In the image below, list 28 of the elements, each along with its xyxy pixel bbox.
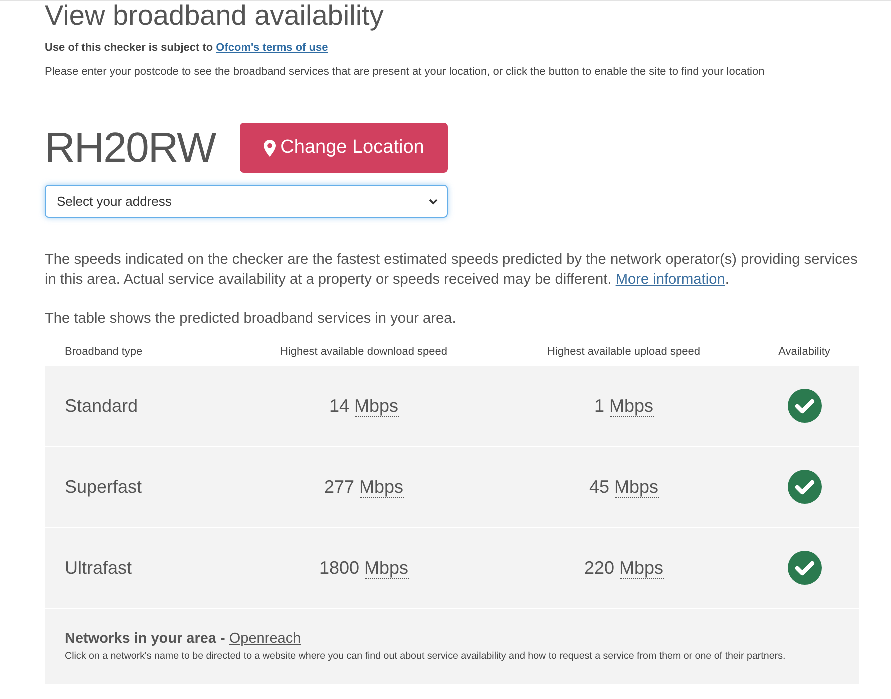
upload-speed-header: Highest available upload speed bbox=[548, 346, 700, 358]
terms-link[interactable]: Ofcom's terms of use bbox=[216, 42, 328, 54]
networks-note: Click on a network's name to be directed to a website where you can find out about service availability and how to request a service from them or one of their partners. bbox=[65, 650, 787, 664]
chevron-down-icon bbox=[429, 198, 438, 204]
table-intro-text: The table shows the predicted broadband services in your area. bbox=[45, 310, 458, 329]
upload-speed-cell: 220 Mbps bbox=[584, 558, 664, 578]
map-pin-icon bbox=[264, 140, 276, 156]
change-location-button[interactable]: Change Location bbox=[240, 123, 448, 173]
terms-notice: Use of this checker is subject to Ofcom's terms of use bbox=[45, 41, 330, 56]
broadband-type-cell: Superfast bbox=[65, 476, 142, 498]
disclaimer-text: The speeds indicated on the checker are the fastest estimated speeds predicted by the network operator(s) providing services in this area. Actual service availability at a property or speeds received may be different. More information. bbox=[45, 251, 859, 290]
download-speed-cell: 277 Mbps bbox=[324, 476, 404, 498]
upload-speed-cell: 45 Mbps bbox=[589, 476, 659, 498]
instructions-text: Please enter your postcode to see the broadband services that are present at your location, or click the button to enable the site to find your location bbox=[45, 65, 766, 80]
upload-speed-cell: 1 Mbps bbox=[594, 396, 654, 416]
more-information-link[interactable]: More information bbox=[616, 272, 726, 288]
download-speed-header: Highest available download speed bbox=[280, 346, 448, 358]
network-link[interactable]: Openreach bbox=[229, 631, 302, 647]
download-speed-cell: 14 Mbps bbox=[329, 396, 399, 416]
broadband-type-header: Broadband type bbox=[65, 346, 143, 358]
broadband-type-cell: Standard bbox=[65, 396, 138, 416]
page-title: View broadband availability bbox=[45, 1, 385, 31]
address-select[interactable]: Select your address bbox=[45, 185, 448, 218]
availability-header: Availability bbox=[778, 346, 830, 358]
postcode-text: RH20RW bbox=[45, 123, 216, 173]
networks-heading: Networks in your area - Openreach bbox=[65, 630, 302, 649]
download-speed-cell: 1800 Mbps bbox=[319, 558, 409, 578]
broadband-type-cell: Ultrafast bbox=[65, 558, 132, 578]
